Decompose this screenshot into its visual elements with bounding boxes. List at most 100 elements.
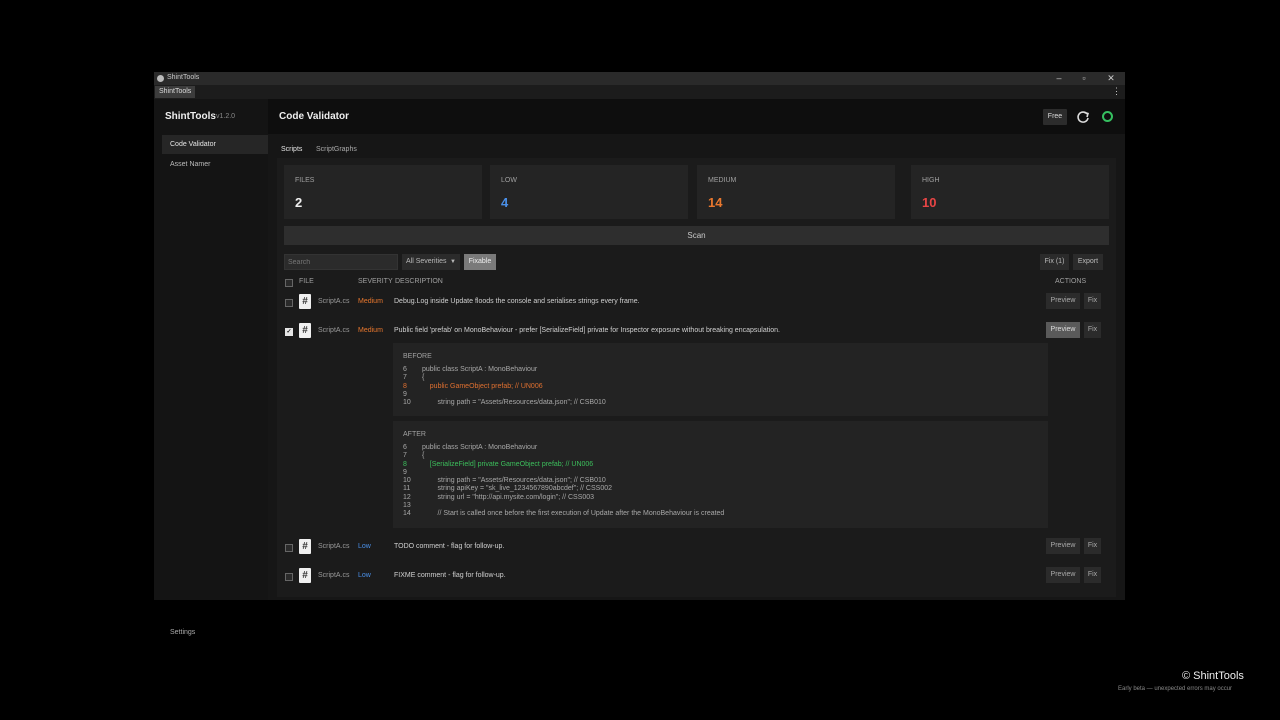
stat-value: 4 — [501, 195, 509, 210]
file-name: ScriptA.cs — [318, 327, 350, 334]
row-checkbox[interactable] — [285, 573, 293, 581]
line-text: { — [422, 452, 425, 460]
scan-button[interactable]: Scan — [284, 226, 1109, 245]
line-number: 14 — [403, 510, 411, 518]
main-content: Code Validator Free Scripts ScriptGraphs… — [268, 99, 1125, 600]
minimize-button[interactable]: – — [1052, 73, 1066, 84]
severity-label: Medium — [358, 327, 383, 334]
fix-button[interactable]: Fix — [1084, 567, 1101, 583]
severity-filter-select[interactable]: All Severities ▼ — [402, 254, 460, 270]
page-title: Code Validator — [279, 111, 350, 122]
line-number: 12 — [403, 493, 411, 501]
severity-filter-value: All Severities — [406, 258, 447, 265]
line-number: 9 — [403, 468, 407, 476]
close-button[interactable]: ✕ — [1104, 73, 1118, 84]
beta-notice: Early beta — unexpected errors may occur — [1118, 686, 1233, 692]
fix-button[interactable]: Fix — [1084, 538, 1101, 554]
issue-description: FIXME comment - flag for follow-up. — [394, 572, 506, 579]
title-bar[interactable]: ShintTools – ▫ ✕ — [154, 72, 1125, 85]
severity-label: Medium — [358, 298, 383, 305]
line-text: string path = "Assets/Resources/data.jso… — [422, 477, 606, 485]
line-number: 10 — [403, 477, 411, 485]
line-number: 8 — [403, 382, 407, 390]
window-title: ShintTools — [167, 74, 200, 81]
line-text: string path = "Assets/Resources/data.jso… — [422, 399, 606, 407]
document-tab-strip: ShintTools ⋮ — [154, 85, 1125, 99]
column-header-actions: ACTIONS — [1055, 278, 1087, 285]
preview-button[interactable]: Preview — [1046, 322, 1080, 338]
fixable-toggle[interactable]: Fixable — [464, 254, 496, 270]
scripts-panel: FILES 2 LOW 4 MEDIUM 14 HIGH 10 Scan All… — [277, 158, 1116, 597]
line-text: [SerializeField] private GameObject pref… — [422, 460, 594, 468]
table-row[interactable]: # ScriptA.cs Low TODO comment - flag for… — [284, 534, 1109, 561]
stat-label: FILES — [295, 177, 315, 184]
line-number: 13 — [403, 502, 411, 510]
status-indicator-icon — [1102, 111, 1113, 122]
free-button[interactable]: Free — [1043, 109, 1067, 125]
fix-button[interactable]: Fix — [1084, 322, 1101, 338]
export-button[interactable]: Export — [1073, 254, 1103, 270]
line-text: string apiKey = "sk_live_1234567890abcde… — [422, 485, 613, 493]
table-row[interactable]: # ScriptA.cs Low FIXME comment - flag fo… — [284, 563, 1109, 590]
line-text: public GameObject prefab; // UN006 — [422, 382, 543, 390]
page-header: Code Validator Free — [268, 99, 1125, 134]
stat-card-medium: MEDIUM 14 — [697, 165, 895, 219]
table-row[interactable]: ✓ # ScriptA.cs Medium Public field 'pref… — [284, 318, 1109, 345]
stat-value: 14 — [708, 195, 723, 210]
fix-button[interactable]: Fix — [1084, 293, 1101, 309]
csharp-file-icon: # — [299, 568, 311, 583]
line-number: 7 — [403, 452, 407, 460]
line-text: public class ScriptA : MonoBehaviour — [422, 444, 538, 451]
document-tab[interactable]: ShintTools — [155, 86, 196, 98]
column-header-severity: SEVERITY — [358, 278, 393, 285]
csharp-file-icon: # — [299, 294, 311, 309]
row-checkbox[interactable] — [285, 299, 293, 307]
table-row[interactable]: # ScriptA.cs Medium Debug.Log inside Upd… — [284, 289, 1109, 316]
version-label: v1.2.0 — [216, 113, 236, 120]
csharp-file-icon: # — [299, 323, 311, 338]
line-number: 8 — [403, 460, 407, 468]
fix-selected-button[interactable]: Fix (1) — [1040, 254, 1069, 270]
column-header-file: FILE — [299, 278, 314, 285]
stat-card-low: LOW 4 — [490, 165, 688, 219]
severity-label: Low — [358, 572, 371, 579]
stat-label: MEDIUM — [708, 177, 737, 184]
app-window: ShintTools – ▫ ✕ ShintTools ⋮ ShintTools… — [154, 72, 1125, 600]
column-header-description: DESCRIPTION — [395, 278, 443, 285]
tab-scripts[interactable]: Scripts — [279, 143, 304, 157]
file-name: ScriptA.cs — [318, 543, 350, 550]
line-number: 11 — [403, 485, 411, 493]
select-all-checkbox[interactable] — [285, 279, 293, 287]
issue-description: Public field 'prefab' on MonoBehaviour -… — [394, 327, 780, 334]
row-checkbox[interactable]: ✓ — [285, 328, 293, 336]
stat-label: HIGH — [922, 177, 940, 184]
sidebar-brand: ShintTools — [165, 111, 216, 122]
file-name: ScriptA.cs — [318, 572, 350, 579]
search-input[interactable] — [284, 254, 398, 270]
line-number: 6 — [403, 444, 407, 451]
line-number: 9 — [403, 390, 407, 398]
line-number: 7 — [403, 374, 407, 382]
line-text: string url = "http://api.mysite.com/logi… — [422, 493, 595, 501]
code-preview-before: BEFORE 6 public class ScriptA : MonoBehav… — [393, 343, 1048, 416]
sidebar: ShintTools v1.2.0 Code Validator Asset N… — [154, 99, 268, 600]
settings-link[interactable]: Settings — [170, 629, 195, 636]
stat-value: 2 — [295, 195, 303, 210]
refresh-icon[interactable] — [1076, 109, 1090, 125]
footer-brand: © ShintTools — [1182, 670, 1244, 682]
preview-button[interactable]: Preview — [1046, 538, 1080, 554]
maximize-button[interactable]: ▫ — [1077, 73, 1091, 84]
file-name: ScriptA.cs — [318, 298, 350, 305]
code-preview-after: AFTER 6 public class ScriptA : MonoBehavi… — [393, 421, 1048, 528]
sidebar-item-code-validator[interactable]: Code Validator — [162, 135, 268, 154]
preview-button[interactable]: Preview — [1046, 567, 1080, 583]
tab-scriptgraphs[interactable]: ScriptGraphs — [314, 143, 359, 157]
preview-button[interactable]: Preview — [1046, 293, 1080, 309]
issue-description: TODO comment - flag for follow-up. — [394, 543, 505, 550]
stat-card-files: FILES 2 — [284, 165, 482, 219]
sidebar-item-asset-namer[interactable]: Asset Namer — [162, 155, 268, 174]
row-checkbox[interactable] — [285, 544, 293, 552]
severity-label: Low — [358, 543, 371, 550]
more-options-icon[interactable]: ⋮ — [1112, 86, 1121, 97]
issue-description: Debug.Log inside Update floods the conso… — [394, 298, 640, 305]
